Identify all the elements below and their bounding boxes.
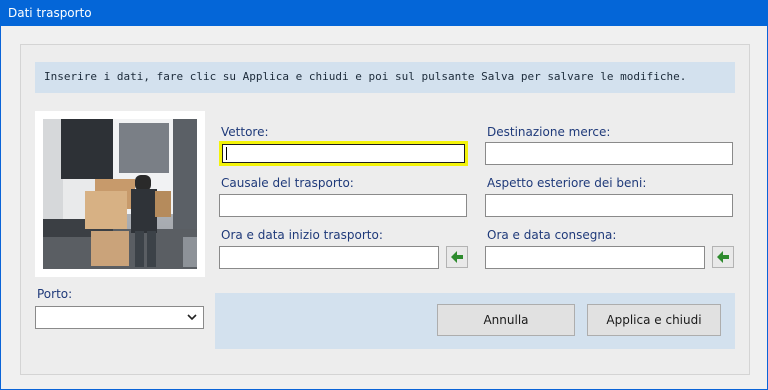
delivery-van-illustration bbox=[43, 119, 197, 269]
ora-inizio-label: Ora e data inizio trasporto: bbox=[221, 228, 383, 242]
chevron-down-icon bbox=[187, 314, 197, 321]
dialog-window: Inserire i dati, fare clic su Applica e … bbox=[0, 26, 768, 390]
apply-close-button[interactable]: Applica e chiudi bbox=[587, 304, 721, 336]
ora-inizio-input[interactable] bbox=[219, 246, 439, 269]
instruction-text: Inserire i dati, fare clic su Applica e … bbox=[44, 70, 687, 83]
aspetto-label: Aspetto esteriore dei beni: bbox=[487, 176, 647, 190]
arrow-left-icon bbox=[451, 251, 463, 263]
form-panel: Inserire i dati, fare clic su Applica e … bbox=[20, 44, 750, 375]
causale-label: Causale del trasporto: bbox=[221, 176, 354, 190]
window-title: Dati trasporto bbox=[8, 6, 92, 20]
porto-select[interactable] bbox=[35, 306, 204, 329]
title-bar: Dati trasporto bbox=[0, 0, 768, 26]
destinazione-input[interactable] bbox=[485, 142, 733, 165]
vettore-input[interactable] bbox=[219, 141, 468, 166]
instruction-banner: Inserire i dati, fare clic su Applica e … bbox=[35, 62, 735, 93]
ora-consegna-label: Ora e data consegna: bbox=[487, 228, 617, 242]
porto-label: Porto: bbox=[37, 287, 73, 301]
destinazione-label: Destinazione merce: bbox=[487, 125, 611, 139]
aspetto-input[interactable] bbox=[485, 194, 733, 217]
cancel-button[interactable]: Annulla bbox=[437, 304, 575, 336]
set-now-consegna-button[interactable] bbox=[712, 246, 734, 268]
text-caret bbox=[226, 147, 227, 160]
set-now-inizio-button[interactable] bbox=[446, 246, 468, 268]
ora-consegna-input[interactable] bbox=[485, 246, 705, 269]
photo-frame bbox=[35, 111, 205, 277]
delivery-van-image bbox=[43, 119, 197, 269]
vettore-label: Vettore: bbox=[221, 125, 269, 139]
arrow-left-icon bbox=[717, 251, 729, 263]
causale-input[interactable] bbox=[219, 194, 467, 217]
